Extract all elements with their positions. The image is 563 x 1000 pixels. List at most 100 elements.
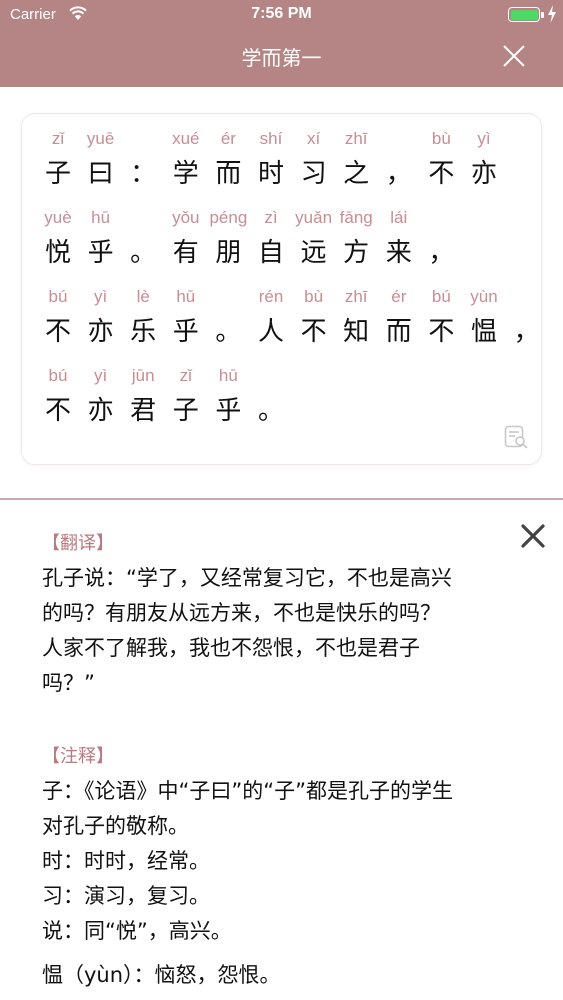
character-cell[interactable]: bú 不	[419, 282, 463, 352]
pinyin-label	[505, 282, 549, 312]
translation-line: 的吗？有朋友从远方来，不也是快乐的吗？	[42, 601, 441, 625]
hanzi-character: 方	[343, 238, 370, 268]
translation-text: 孔子说：“学了，又经常复习它，不也是高兴 的吗？有朋友从远方来，不也是快乐的吗？…	[42, 561, 527, 701]
hanzi-character: 人	[257, 317, 284, 347]
character-cell[interactable]: ：	[121, 124, 165, 194]
pinyin-label: yuē	[86, 129, 115, 148]
hanzi-character: 不	[428, 159, 455, 189]
character-cell[interactable]: yuǎn 远	[292, 203, 336, 273]
notes-heading: 【注释】	[42, 746, 114, 767]
pinyin-label: xué	[172, 129, 200, 148]
note-line: 愠（yùn）：恼怒，怨恨。	[42, 963, 281, 987]
pinyin-label: rén	[258, 287, 284, 306]
hanzi-character: 不	[300, 317, 327, 347]
character-cell[interactable]: yùn 愠	[462, 282, 506, 352]
character-cell[interactable]: lái 来	[377, 203, 421, 273]
translation-line: 人家不了解我，我也不怨恨，不也是君子	[42, 636, 420, 660]
character-cell[interactable]: yuè 悦	[36, 203, 80, 273]
character-cell[interactable]: ，	[419, 203, 463, 273]
character-cell[interactable]: yuē 曰	[79, 124, 123, 194]
hanzi-character: 知	[343, 317, 370, 347]
hanzi-character: 不	[44, 396, 71, 426]
pinyin-label: zhī	[344, 129, 368, 148]
character-cell[interactable]: ，	[505, 282, 549, 352]
note-line: 时：时时，经常。	[42, 849, 210, 873]
pinyin-label	[249, 361, 293, 391]
note-line: 对孔子的敬称。	[42, 814, 189, 838]
hanzi-character: ：	[130, 159, 157, 189]
page-title: 学而第一	[241, 46, 322, 70]
document-search-icon[interactable]	[503, 424, 529, 450]
pinyin-label: yì	[93, 287, 108, 306]
close-icon[interactable]	[500, 42, 528, 70]
character-cell[interactable]: jūn 君	[121, 361, 165, 431]
character-cell[interactable]: zǐ 子	[36, 124, 80, 194]
character-cell[interactable]: xí 习	[292, 124, 336, 194]
pinyin-label	[377, 124, 421, 154]
pinyin-label: yì	[477, 129, 491, 148]
hanzi-character: 君	[130, 396, 157, 426]
top-bar: Carrier 7:56 PM 学而第一	[0, 0, 563, 87]
character-cell[interactable]: zhī 知	[334, 282, 378, 352]
character-cell[interactable]: bú 不	[36, 282, 80, 352]
status-time: 7:56 PM	[251, 5, 312, 22]
passage-card: zǐ 子 yuē 曰 ： xué 学 ér 而 shí 时 xí 习 zhī 之 ， bù 不 yì 亦 yuè 悦 hū 乎…	[21, 113, 542, 465]
pinyin-label: yuè	[44, 208, 72, 227]
character-cell[interactable]: hū 乎	[206, 361, 250, 431]
character-cell[interactable]: bú 不	[36, 361, 80, 431]
character-cell[interactable]: zì 自	[249, 203, 293, 273]
notes-text: 子：《论语》中“子曰”的“子”都是孔子的学生 对孔子的敬称。 时：时时，经常。 …	[42, 774, 527, 949]
hanzi-character: 悦	[44, 238, 71, 268]
character-cell[interactable]: rén 人	[249, 282, 293, 352]
hanzi-character: 亦	[87, 317, 114, 347]
hanzi-character: 之	[343, 159, 370, 189]
hanzi-character: 有	[172, 238, 199, 268]
character-cell[interactable]: ér 而	[377, 282, 421, 352]
passage-line: zǐ 子 yuē 曰 ： xué 学 ér 而 shí 时 xí 习 zhī 之 ， bù 不 yì 亦	[36, 124, 536, 204]
pinyin-label	[206, 282, 250, 312]
character-cell[interactable]: 。	[121, 203, 165, 273]
pinyin-label	[419, 203, 463, 233]
hanzi-character: ，	[513, 317, 540, 347]
character-cell[interactable]: shí 时	[249, 124, 293, 194]
character-cell[interactable]: hū 乎	[79, 203, 123, 273]
character-cell[interactable]: ，	[377, 124, 421, 194]
character-cell[interactable]: 。	[249, 361, 293, 431]
character-cell[interactable]: zhī 之	[334, 124, 378, 194]
character-cell[interactable]: hū 乎	[164, 282, 208, 352]
character-cell[interactable]: zǐ 子	[164, 361, 208, 431]
pinyin-label: bù	[431, 129, 451, 148]
character-cell[interactable]: bù 不	[292, 282, 336, 352]
pinyin-label: yì	[93, 366, 108, 385]
pinyin-label: bù	[304, 287, 324, 306]
character-cell[interactable]: bù 不	[419, 124, 463, 194]
character-cell[interactable]: xué 学	[164, 124, 208, 194]
hanzi-character: 。	[257, 396, 284, 426]
pinyin-label: hū	[176, 287, 196, 306]
character-cell[interactable]: yì 亦	[79, 282, 123, 352]
character-cell[interactable]: yǒu 有	[164, 203, 208, 273]
character-cell[interactable]: yì 亦	[79, 361, 123, 431]
character-cell[interactable]: fāng 方	[334, 203, 378, 273]
close-panel-icon[interactable]	[519, 522, 547, 550]
hanzi-character: 。	[215, 317, 242, 347]
passage-line: yuè 悦 hū 乎。 yǒu 有 péng 朋 zì 自 yuǎn 远 fāng 方 lái 来 ，	[36, 203, 536, 283]
hanzi-character: 来	[385, 238, 412, 268]
translation-line: 吗？”	[42, 671, 95, 695]
character-cell[interactable]: yì 亦	[462, 124, 506, 194]
detail-panel: 【翻译】 孔子说：“学了，又经常复习它，不也是高兴 的吗？有朋友从远方来，不也是…	[0, 500, 563, 1000]
pinyin-label: shí	[259, 129, 283, 148]
character-cell[interactable]: ér 而	[206, 124, 250, 194]
character-cell[interactable]: 。	[206, 282, 250, 352]
passage-line: bú 不 yì 亦 lè 乐 hū 乎。 rén 人 bù 不 zhī 知 ér 而 bú 不 yùn 愠 ，	[36, 282, 540, 362]
hanzi-character: 朋	[215, 238, 242, 268]
hanzi-character: 亦	[87, 396, 114, 426]
pinyin-label: zì	[264, 208, 278, 227]
pinyin-label: yǒu	[172, 208, 200, 227]
pinyin-label: ér	[391, 287, 407, 306]
hanzi-character: 子	[44, 159, 71, 189]
character-cell[interactable]: péng 朋	[206, 203, 250, 273]
pinyin-label: fāng	[339, 208, 373, 227]
character-cell[interactable]: lè 乐	[121, 282, 165, 352]
hanzi-character: 乎	[215, 396, 242, 426]
